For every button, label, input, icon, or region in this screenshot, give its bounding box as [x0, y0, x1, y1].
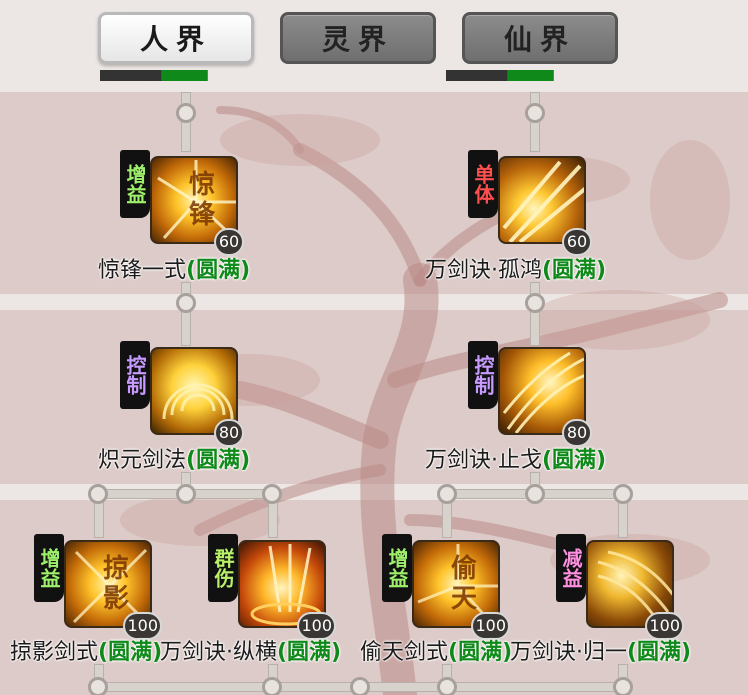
tree-node — [437, 484, 457, 504]
skill-name: 掠影剑式 — [10, 640, 99, 665]
skill-level-badge: 60 — [214, 228, 244, 256]
skill-card-jingfeng[interactable]: 惊锋 增益 60 — [120, 150, 244, 256]
tree-node — [262, 484, 282, 504]
skill-card-toutian[interactable]: 偷天 增益 100 — [382, 534, 510, 640]
tree-node — [88, 484, 108, 504]
skill-type-tag: 增益 — [120, 150, 150, 218]
tree-node — [525, 484, 545, 504]
tree-node — [613, 677, 633, 695]
skill-status: (圆满) — [542, 448, 607, 473]
skill-glyph: 偷天 — [450, 554, 477, 614]
tree-node — [525, 103, 545, 123]
skill-name: 炽元剑法 — [98, 448, 187, 473]
tree-node — [176, 103, 196, 123]
skill-type-tag: 增益 — [382, 534, 412, 602]
skill-type-tag: 群伤 — [208, 534, 238, 602]
skill-card-guhong[interactable]: 单体 60 — [468, 150, 592, 256]
skill-level-badge: 100 — [123, 612, 162, 640]
skill-level-badge: 100 — [471, 612, 510, 640]
tree-node — [262, 677, 282, 695]
skill-name-label: 炽元剑法(圆满) — [98, 446, 250, 476]
skill-card-zongheng[interactable]: 群伤 100 — [208, 534, 336, 640]
skill-level-badge: 100 — [645, 612, 684, 640]
skill-name-label: 万剑诀·归一(圆满) — [510, 638, 691, 668]
skill-name-label: 惊锋一式(圆满) — [98, 256, 250, 286]
connector-line — [530, 282, 540, 346]
skill-glyph: 掠影 — [102, 554, 129, 614]
skill-glyph: 惊锋 — [188, 170, 215, 230]
skill-status: (圆满) — [448, 640, 513, 665]
skill-status: (圆满) — [98, 640, 163, 665]
skill-card-guiyi[interactable]: 减益 100 — [556, 534, 684, 640]
skill-type-tag: 控制 — [120, 341, 150, 409]
skill-card-zhige[interactable]: 控制 80 — [468, 341, 592, 447]
skill-status: (圆满) — [186, 258, 251, 283]
skill-name: 万剑诀·纵横 — [160, 640, 277, 665]
tree-node — [88, 677, 108, 695]
skill-card-lueying[interactable]: 掠影 增益 100 — [34, 534, 162, 640]
skill-card-chiyuan[interactable]: 控制 80 — [120, 341, 244, 447]
skill-name-label: 掠影剑式(圆满) — [10, 638, 162, 668]
skill-status: (圆满) — [186, 448, 251, 473]
skill-level-badge: 80 — [214, 419, 244, 447]
skill-type-tag: 减益 — [556, 534, 586, 602]
tree-node — [525, 293, 545, 313]
skill-type-tag: 增益 — [34, 534, 64, 602]
skill-status: (圆满) — [277, 640, 342, 665]
skill-name: 万剑诀·孤鸿 — [425, 258, 542, 283]
skill-name: 万剑诀·止戈 — [425, 448, 542, 473]
tree-node — [613, 484, 633, 504]
tab-human-realm[interactable]: 人界 — [98, 12, 254, 64]
prev-row-label-left: ▇▇▇▇▇▇▇ — [100, 70, 276, 92]
tree-node — [176, 484, 196, 504]
skill-name-label: 偷天剑式(圆满) — [360, 638, 512, 668]
tab-immortal-realm[interactable]: 仙界 — [462, 12, 618, 64]
skill-name-label: 万剑诀·止戈(圆满) — [425, 446, 606, 476]
tree-node — [437, 677, 457, 695]
tab-spirit-realm[interactable]: 灵界 — [280, 12, 436, 64]
skill-type-tag: 单体 — [468, 150, 498, 218]
skill-status: (圆满) — [627, 640, 692, 665]
skill-status: (圆满) — [542, 258, 607, 283]
skill-name: 偷天剑式 — [360, 640, 449, 665]
skill-name: 万剑诀·归一 — [510, 640, 627, 665]
skill-level-badge: 60 — [562, 228, 592, 256]
connector-line — [181, 282, 191, 346]
skill-level-badge: 100 — [297, 612, 336, 640]
skill-name: 惊锋一式 — [98, 258, 187, 283]
skill-type-tag: 控制 — [468, 341, 498, 409]
skill-name-label: 万剑诀·孤鸿(圆满) — [425, 256, 606, 286]
prev-row-label-right: ▇▇▇▇▇▇▇ — [446, 70, 622, 92]
skill-tree-panel: ▇▇▇▇▇▇▇ ▇▇▇▇▇▇▇ 人界 灵界 仙界 惊锋 增益 60 — [0, 0, 748, 695]
skill-level-badge: 80 — [562, 419, 592, 447]
tree-node — [350, 677, 370, 695]
skill-name-label: 万剑诀·纵横(圆满) — [160, 638, 341, 668]
tree-node — [176, 293, 196, 313]
